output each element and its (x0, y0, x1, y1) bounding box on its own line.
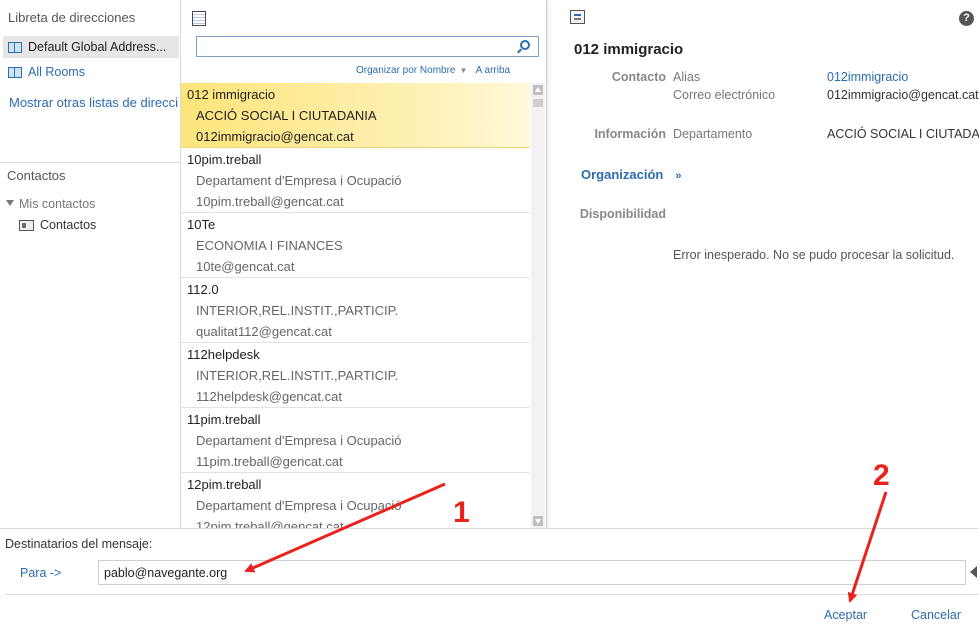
list-item[interactable]: 012 immigracio ACCIÓ SOCIAL I CIUTADANIA… (181, 83, 530, 148)
alias-label: Alias (673, 70, 701, 84)
entry-email: 112helpdesk@gencat.cat (196, 389, 342, 404)
divider (0, 162, 181, 163)
address-list-results: Organizar por Nombre ▼ A arriba 012 immig… (181, 0, 547, 528)
sort-order-button[interactable]: A arriba (476, 65, 510, 76)
address-book-icon[interactable] (192, 11, 206, 26)
entry-email: 012immigracio@gencat.cat (196, 129, 354, 144)
entry-alias: 112helpdesk (187, 347, 260, 362)
entry-department: Departament d'Empresa i Ocupació (196, 433, 402, 448)
entry-email: 10pim.treball@gencat.cat (196, 194, 344, 209)
scroll-thumb[interactable] (533, 99, 543, 107)
collapse-triangle-icon[interactable] (6, 200, 14, 206)
contact-list: 012 immigracio ACCIÓ SOCIAL I CIUTADANIA… (181, 83, 530, 528)
recipients-label: Destinatarios del mensaje: (5, 537, 153, 551)
alias-value[interactable]: 012immigracio (827, 70, 908, 84)
address-book-dialog: Libreta de direcciones Default Global Ad… (0, 0, 979, 643)
error-message: Error inesperado. No se pudo procesar la… (673, 248, 955, 262)
folder-label: Contactos (40, 218, 97, 232)
search-input[interactable] (196, 36, 539, 57)
scroll-up-icon[interactable] (533, 85, 543, 95)
to-button[interactable]: Para -> (20, 566, 61, 580)
entry-email: qualitat112@gencat.cat (196, 324, 332, 339)
scroll-down-icon[interactable] (533, 516, 543, 526)
address-list-label: Default Global Address... (28, 40, 167, 54)
entry-department: Departament d'Empresa i Ocupació (196, 173, 402, 188)
list-item[interactable]: 112helpdesk INTERIOR,REL.INSTIT.,PARTICI… (181, 343, 530, 408)
department-value: ACCIÓ SOCIAL I CIUTADA (827, 127, 979, 141)
contacts-folder-icon (19, 219, 34, 231)
ok-button[interactable]: Aceptar (824, 608, 867, 622)
entry-department: INTERIOR,REL.INSTIT.,PARTICIP. (196, 303, 399, 318)
email-value: 012immigracio@gencat.cat (827, 88, 979, 102)
address-book-icon (8, 66, 22, 78)
chevron-left-icon[interactable] (970, 566, 977, 578)
organization-label: Organización (581, 167, 664, 182)
recipients-area: Destinatarios del mensaje: Para -> pablo… (0, 528, 979, 643)
list-scrollbar[interactable] (531, 83, 545, 528)
contact-detail-pane: ? 012 immigracio Contacto Alias 012immig… (548, 0, 979, 528)
to-field[interactable]: pablo@navegante.org (98, 560, 966, 585)
address-list-all-rooms[interactable]: All Rooms (3, 61, 179, 83)
help-icon[interactable]: ? (959, 11, 974, 26)
entry-alias: 11pim.treball (187, 412, 261, 427)
organization-expander[interactable]: Organización » (581, 167, 681, 182)
sort-bar: Organizar por Nombre ▼ A arriba (356, 65, 510, 76)
expand-chevron-icon[interactable]: » (675, 170, 681, 182)
contact-name: 012 immigracio (574, 41, 684, 58)
entry-alias: 10pim.treball (187, 152, 262, 167)
address-lists-panel: Libreta de direcciones Default Global Ad… (0, 0, 181, 528)
annotation-number-1: 1 (453, 496, 470, 529)
group-label: Mis contactos (19, 197, 96, 211)
address-list-default-global[interactable]: Default Global Address... (3, 36, 179, 58)
divider (5, 594, 979, 595)
entry-department: ACCIÓ SOCIAL I CIUTADANIA (196, 108, 377, 123)
list-item[interactable]: 11pim.treball Departament d'Empresa i Oc… (181, 408, 530, 473)
contacts-folder[interactable]: Contactos (19, 218, 96, 232)
show-other-lists-link[interactable]: Mostrar otras listas de direcci (9, 95, 178, 110)
department-label: Departamento (673, 127, 753, 141)
contacts-heading: Contactos (7, 168, 66, 183)
chevron-down-icon[interactable]: ▼ (459, 66, 467, 75)
section-availability-label: Disponibilidad (579, 207, 666, 221)
annotation-number-2: 2 (873, 459, 890, 492)
entry-department: ECONOMIA I FINANCES (196, 238, 343, 253)
entry-alias: 112.0 (187, 282, 219, 297)
address-book-icon (8, 41, 22, 53)
my-contacts-group[interactable]: Mis contactos (6, 197, 95, 211)
sort-by-button[interactable]: Organizar por Nombre (356, 65, 455, 76)
search-icon[interactable] (520, 40, 530, 50)
list-item[interactable]: 112.0 INTERIOR,REL.INSTIT.,PARTICIP. qua… (181, 278, 530, 343)
entry-department: Departament d'Empresa i Ocupació (196, 498, 402, 513)
entry-alias: 10Te (187, 217, 216, 232)
list-item[interactable]: 10Te ECONOMIA I FINANCES 10te@gencat.cat (181, 213, 530, 278)
section-contact-label: Contacto (611, 70, 666, 84)
entry-alias: 12pim.treball (187, 477, 262, 492)
entry-email: 11pim.treball@gencat.cat (196, 454, 343, 469)
email-label: Correo electrónico (673, 88, 776, 102)
contact-card-icon[interactable] (570, 10, 585, 24)
entry-email: 10te@gencat.cat (196, 259, 295, 274)
panel-title: Libreta de direcciones (8, 10, 136, 25)
entry-department: INTERIOR,REL.INSTIT.,PARTICIP. (196, 368, 399, 383)
list-item[interactable]: 10pim.treball Departament d'Empresa i Oc… (181, 148, 530, 213)
section-info-label: Información (594, 127, 666, 141)
address-list-label: All Rooms (28, 65, 85, 79)
entry-alias: 012 immigracio (187, 87, 276, 102)
list-item[interactable]: 12pim.treball Departament d'Empresa i Oc… (181, 473, 530, 528)
cancel-button[interactable]: Cancelar (911, 608, 961, 622)
entry-email: 12pim.treball@gencat.cat (196, 519, 344, 528)
